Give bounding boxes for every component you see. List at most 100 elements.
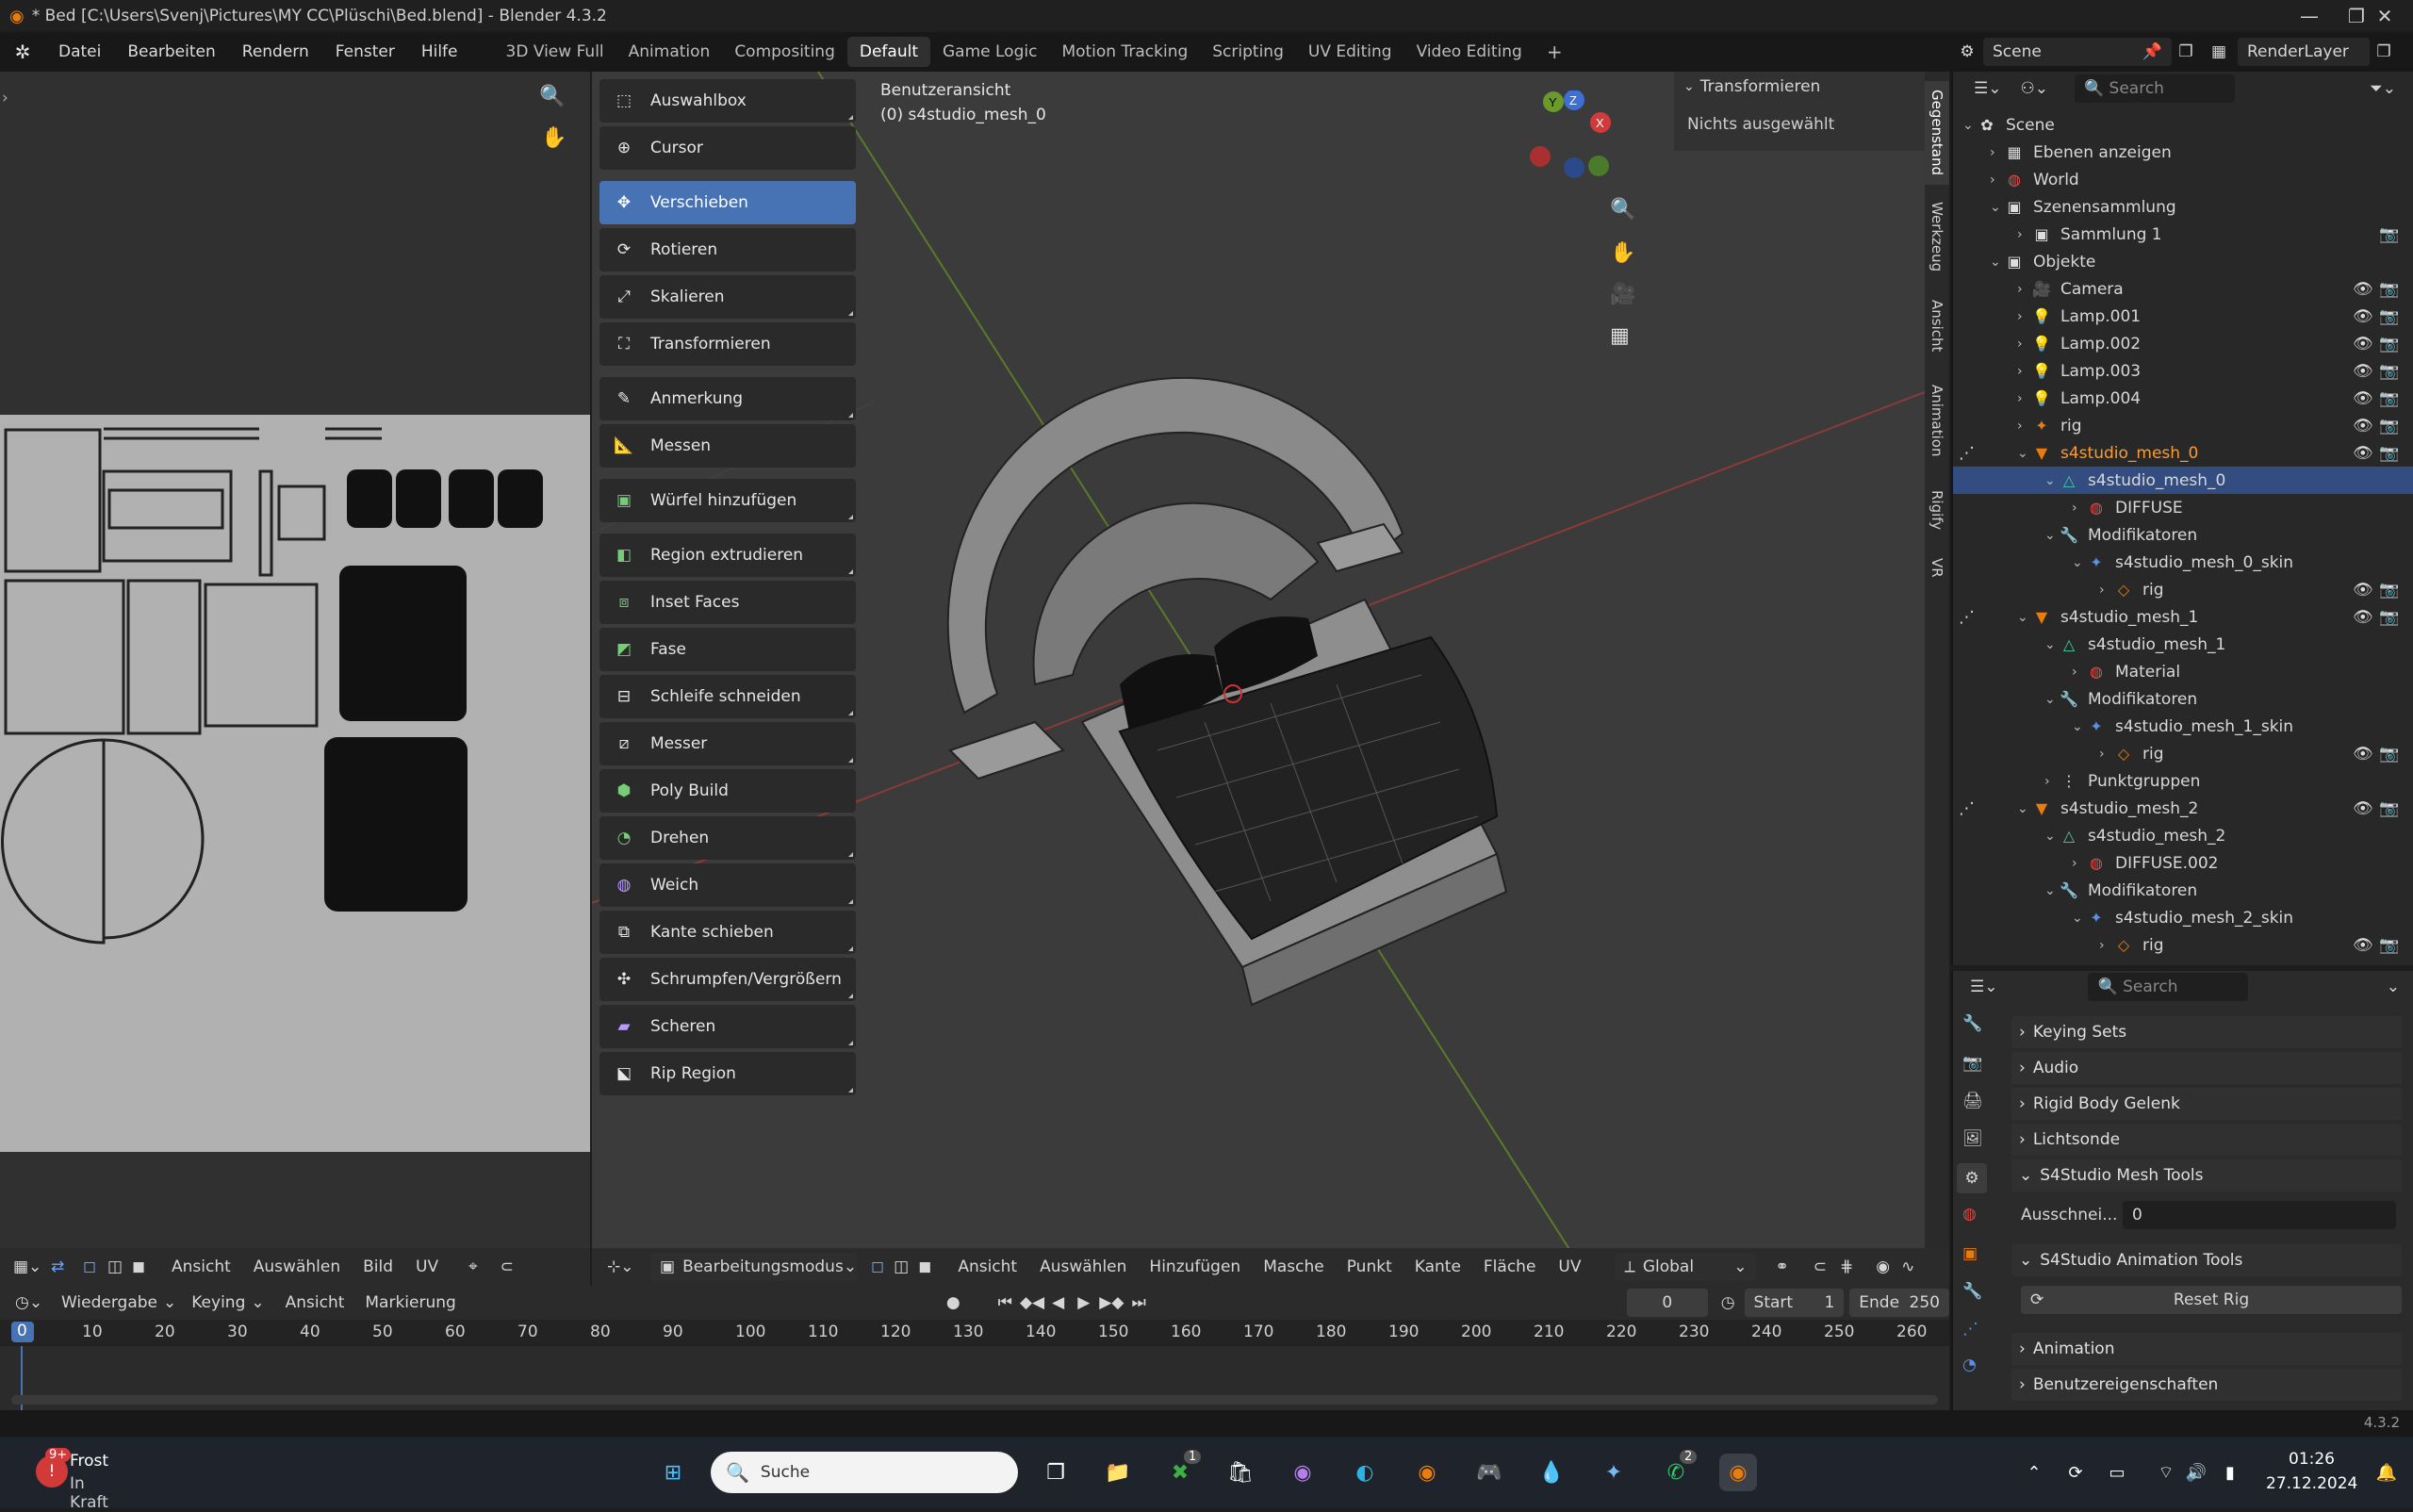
chevron-right-icon[interactable]: › [2017, 227, 2023, 242]
chevron-down-icon[interactable]: ⌄ [2044, 883, 2056, 898]
chevron-right-icon[interactable]: › [2017, 391, 2023, 406]
network-icon[interactable]: ▭ [2098, 1454, 2136, 1491]
chevron-right-icon[interactable]: › [1990, 173, 1995, 188]
visibility-eye-icon[interactable]: 👁 [2353, 362, 2373, 381]
render-camera-icon[interactable]: 📷 [2379, 444, 2399, 463]
battery-icon[interactable]: ▮ [2211, 1454, 2249, 1491]
chevron-right-icon[interactable]: › [2072, 501, 2077, 516]
timeline-ruler[interactable]: 10 20 30 40 50 60 70 80 90 100 110 120 130 140 150 160 1… [0, 1320, 1949, 1346]
vertex-select-icon[interactable]: ◻ [83, 1257, 107, 1276]
vp-menu-flaeche[interactable]: Fläche [1484, 1257, 1536, 1276]
outliner-search-input[interactable]: 🔍 Search [2074, 74, 2235, 103]
editor-type-icon[interactable]: ◷⌄ [15, 1293, 46, 1312]
chevron-down-icon[interactable]: ⌄ [1990, 255, 2001, 270]
tool-skalieren[interactable]: ⤢ Skalieren [599, 275, 856, 319]
workspace-tab[interactable]: Animation [616, 37, 723, 67]
editor-type-icon[interactable]: ▦⌄ [13, 1257, 51, 1276]
edge-select-icon[interactable]: ◫ [107, 1257, 132, 1276]
app-icon[interactable]: ◉ [1284, 1454, 1321, 1491]
blender-app-icon[interactable]: ◉ [1408, 1454, 1446, 1491]
chevron-down-icon[interactable]: ⌄ [2072, 555, 2083, 570]
workspace-tab[interactable]: Motion Tracking [1049, 37, 1200, 67]
uv-menu-bild[interactable]: Bild [363, 1257, 393, 1276]
chevron-right-icon[interactable]: › [2017, 364, 2023, 379]
pan-hand-icon[interactable]: ✋ [541, 126, 566, 150]
panel-keying-sets[interactable]: › Keying Sets [2011, 1016, 2402, 1048]
record-icon[interactable]: ● [946, 1293, 960, 1312]
render-camera-icon[interactable]: 📷 [2379, 799, 2399, 818]
vp-menu-masche[interactable]: Masche [1263, 1257, 1324, 1276]
chevron-down-icon[interactable]: ⌄ [2017, 801, 2028, 816]
vertex-select-icon[interactable]: ◻ [871, 1257, 884, 1276]
panel-benutzereigenschaften[interactable]: › Benutzereigenschaften [2011, 1369, 2402, 1401]
chevron-down-icon[interactable]: ⌄ [2017, 610, 2028, 625]
render-camera-icon[interactable]: 📷 [2379, 307, 2399, 326]
render-camera-icon[interactable]: 📷 [2379, 280, 2399, 299]
chevron-down-icon[interactable]: ⌄ [2044, 473, 2056, 488]
notification-icon[interactable]: 🔔 [2368, 1454, 2405, 1491]
prev-keyframe-icon[interactable]: ◆◀ [1020, 1293, 1044, 1312]
chevron-right-icon[interactable]: › [2099, 747, 2105, 762]
tool-schleife-schneiden[interactable]: ⊟ Schleife schneiden [599, 675, 856, 718]
uv-menu-uv[interactable]: UV [416, 1257, 438, 1276]
menu-bearbeiten[interactable]: Bearbeiten [114, 42, 228, 61]
chevron-down-icon[interactable]: ⌄ [2072, 719, 2083, 734]
add-workspace-icon[interactable]: + [1535, 37, 1575, 67]
visibility-eye-icon[interactable]: 👁 [2353, 936, 2373, 955]
uv-image[interactable] [0, 415, 590, 1152]
studio-icon[interactable]: ✦ [1595, 1454, 1633, 1491]
chevron-down-icon[interactable]: ⌄ [2072, 911, 2083, 926]
panel-lichtsonde[interactable]: › Lichtsonde [2011, 1124, 2402, 1156]
outliner-row[interactable]: › 🎥 Camera 👁 📷 [1953, 275, 2413, 303]
tool-auswahlbox[interactable]: ⬚ Auswahlbox [599, 79, 856, 123]
snap-icon[interactable]: ⊂ [1814, 1257, 1827, 1276]
menu-datei[interactable]: Datei [45, 42, 114, 61]
volume-icon[interactable]: 🔊 [2177, 1454, 2215, 1491]
render-camera-icon[interactable]: 📷 [2379, 335, 2399, 353]
timeline-menu-ansicht[interactable]: Ansicht [286, 1293, 345, 1312]
tool-transformieren[interactable]: ⛶ Transformieren [599, 322, 856, 366]
chevron-right-icon[interactable]: › [2017, 282, 2023, 297]
collapse-arrow-icon[interactable]: › [2, 89, 8, 107]
timeline-menu-markierung[interactable]: Markierung [365, 1293, 455, 1312]
panel-s4studio-mesh-tools[interactable]: ⌄ S4Studio Mesh Tools [2011, 1159, 2402, 1192]
proportional-edit-icon[interactable]: ◉ [1876, 1257, 1890, 1276]
outliner-row[interactable]: ⌄ 🔧 Modifikatoren [1953, 521, 2413, 549]
reset-rig-button[interactable]: ⟳ Reset Rig [2021, 1286, 2402, 1314]
visibility-eye-icon[interactable]: 👁 [2353, 745, 2373, 764]
panel-rigid-body-gelenk[interactable]: › Rigid Body Gelenk [2011, 1088, 2402, 1120]
outliner-row[interactable]: › 💡 Lamp.002 👁 📷 [1953, 330, 2413, 357]
visibility-eye-icon[interactable]: 👁 [2353, 389, 2373, 408]
visibility-eye-icon[interactable]: 👁 [2353, 444, 2373, 463]
outliner-row[interactable]: ⌄ ▣ Szenensammlung [1953, 193, 2413, 221]
face-select-icon[interactable]: ◼ [918, 1257, 931, 1276]
close-icon[interactable]: ✕ [2356, 0, 2413, 32]
orientation-selector[interactable]: ⟂ Global ⌄ [1615, 1253, 1757, 1281]
chevron-right-icon[interactable]: › [2044, 774, 2050, 789]
tool-rip-region[interactable]: ⬕ Rip Region [599, 1052, 856, 1095]
workspace-tab-active[interactable]: Default [846, 37, 930, 67]
outliner-row[interactable]: ⌄ △ s4studio_mesh_2 [1953, 822, 2413, 849]
face-select-icon[interactable]: ◼ [132, 1257, 160, 1276]
timeline-scrollbar[interactable] [11, 1395, 1938, 1405]
scene-selector[interactable]: Scene 📌 [1983, 38, 2172, 66]
outliner-row[interactable]: › ◍ DIFFUSE [1953, 494, 2413, 521]
workspace-tab[interactable]: 3D View Full [494, 37, 616, 67]
tab-rigify[interactable]: Rigify [1925, 477, 1949, 543]
editor-type-icon[interactable]: ⊹⌄ [607, 1257, 641, 1276]
tool-scheren[interactable]: ▰ Scheren [599, 1005, 856, 1048]
sync-icon[interactable]: ⟳ [2057, 1454, 2094, 1491]
render-camera-icon[interactable]: 📷 [2379, 389, 2399, 408]
cut-input[interactable]: 0 [2123, 1201, 2396, 1229]
pan-hand-icon[interactable]: ✋ [1610, 241, 1635, 265]
vp-menu-punkt[interactable]: Punkt [1347, 1257, 1392, 1276]
chevron-right-icon[interactable]: › [2017, 337, 2023, 352]
pivot-icon[interactable]: ⌖ [468, 1257, 478, 1276]
visibility-eye-icon[interactable]: 👁 [2353, 608, 2373, 627]
display-mode-icon[interactable]: ⚇⌄ [2020, 79, 2047, 98]
outliner-row[interactable]: ⌄ ▼ s4studio_mesh_2 👁 📷 ⋰ [1953, 795, 2413, 822]
outliner-row[interactable]: › ◇ rig 👁 📷 [1953, 740, 2413, 767]
output-tab-icon[interactable]: 🖨 [1962, 1092, 1983, 1110]
tool-anmerkung[interactable]: ✎ Anmerkung [599, 377, 856, 420]
render-camera-icon[interactable]: 📷 [2379, 608, 2399, 627]
